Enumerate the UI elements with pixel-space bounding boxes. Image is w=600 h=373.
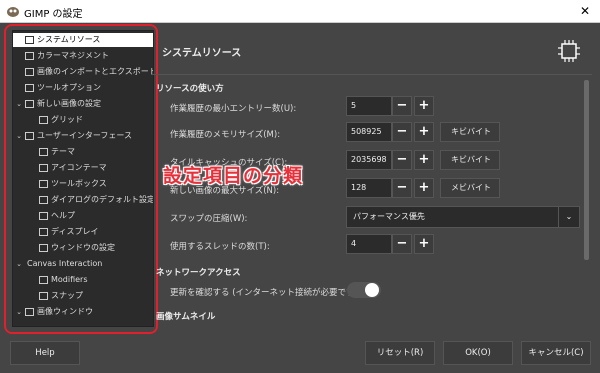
toggle-knob xyxy=(365,283,379,297)
ok-button[interactable]: OK(O) xyxy=(443,341,513,365)
undo-memory-input[interactable]: 508925 xyxy=(346,122,392,142)
gimp-icon xyxy=(7,7,19,17)
header-divider xyxy=(152,74,592,75)
tile-cache-minus-button[interactable]: − xyxy=(392,150,412,170)
threads-plus-button[interactable]: + xyxy=(414,234,434,254)
cancel-button[interactable]: キャンセル(C) xyxy=(521,341,591,365)
annotation-caption: 設定項目の分類 xyxy=(163,165,304,187)
tile-cache-unit-select[interactable]: キビバイト ⌄ xyxy=(440,150,500,182)
threads-minus-button[interactable]: − xyxy=(392,234,412,254)
resource-section-heading: リソースの使い方 xyxy=(156,84,224,94)
undo-levels-plus-button[interactable]: + xyxy=(414,96,434,116)
undo-memory-unit-label: キビバイト xyxy=(451,127,491,136)
chevron-down-icon: ⌄ xyxy=(558,207,579,227)
help-button[interactable]: Help xyxy=(10,341,80,365)
undo-levels-label: 作業履歴の最小エントリー数(U): xyxy=(170,104,297,114)
max-image-size-minus-button[interactable]: − xyxy=(392,178,412,198)
settings-scrollbar[interactable] xyxy=(584,80,589,260)
threads-input[interactable]: 4 xyxy=(346,234,392,254)
page-title: システムリソース xyxy=(162,48,242,59)
max-image-size-unit-label: メビバイト xyxy=(451,183,491,192)
max-image-size-unit-select[interactable]: メビバイト ⌄ xyxy=(440,178,500,210)
undo-memory-label: 作業履歴のメモリサイズ(M): xyxy=(170,130,281,140)
max-image-size-input[interactable]: 128 xyxy=(346,178,392,198)
check-updates-label: 更新を確認する (インターネット接続が必要です) xyxy=(170,288,358,298)
undo-levels-input[interactable]: 5 xyxy=(346,96,392,116)
preferences-window: GIMP の設定 ✕ システムリソース カラーマネジメント 画像のインポートとエクス… xyxy=(0,0,600,373)
tile-cache-plus-button[interactable]: + xyxy=(414,150,434,170)
swap-compression-select[interactable]: パフォーマンス優先 ⌄ xyxy=(346,206,580,228)
reset-button[interactable]: リセット(R) xyxy=(365,341,435,365)
max-image-size-plus-button[interactable]: + xyxy=(414,178,434,198)
swap-compression-label: スワップの圧縮(W): xyxy=(170,214,248,224)
check-updates-toggle[interactable] xyxy=(347,282,381,298)
tile-cache-input[interactable]: 2035698 xyxy=(346,150,392,170)
undo-memory-plus-button[interactable]: + xyxy=(414,122,434,142)
undo-levels-minus-button[interactable]: − xyxy=(392,96,412,116)
close-icon[interactable]: ✕ xyxy=(570,0,600,22)
threads-label: 使用するスレッドの数(T): xyxy=(170,242,270,252)
thumbnail-section-heading: 画像サムネイル xyxy=(156,312,216,322)
title-bar: GIMP の設定 ✕ xyxy=(0,0,600,23)
window-title: GIMP の設定 xyxy=(24,9,83,20)
undo-memory-minus-button[interactable]: − xyxy=(392,122,412,142)
highlight-frame xyxy=(4,24,158,334)
chip-icon xyxy=(558,40,580,62)
tile-cache-unit-label: キビバイト xyxy=(451,155,491,164)
undo-memory-unit-select[interactable]: キビバイト ⌄ xyxy=(440,122,500,154)
network-section-heading: ネットワークアクセス xyxy=(156,268,241,278)
swap-compression-value: パフォーマンス優先 xyxy=(353,212,425,221)
